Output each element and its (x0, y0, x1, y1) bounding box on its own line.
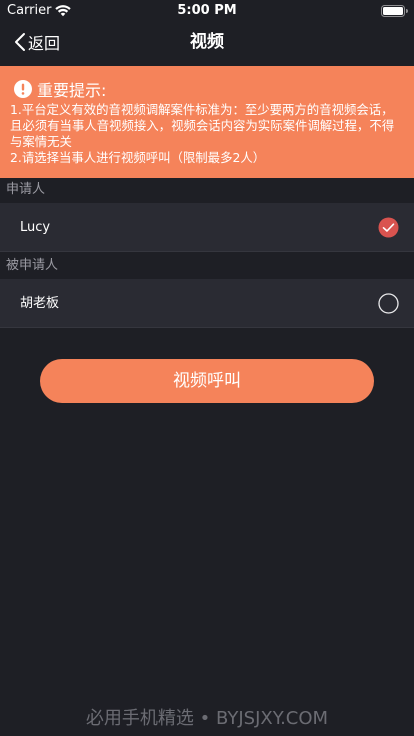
battery-icon (381, 5, 408, 17)
status-time: 5:00 PM (177, 3, 237, 18)
notice-body: 1.平台定义有效的音视频调解案件标准为：至少要两方的音视频会话，且必须有当事人音… (10, 102, 404, 166)
applicant-section-header: 申请人 (6, 182, 46, 197)
notice-line-2: 2.请选择当事人进行视频呼叫（限制最多2人） (10, 150, 266, 165)
applicant-name: Lucy (20, 220, 51, 235)
checkmark-circle-icon[interactable] (378, 217, 399, 238)
exclamation-circle-icon (14, 80, 32, 98)
notice-line-1: 1.平台定义有效的音视频调解案件标准为：至少要两方的音视频会话，且必须有当事人音… (10, 102, 395, 149)
notice-banner: 重要提示: 1.平台定义有效的音视频调解案件标准为：至少要两方的音视频会话，且必… (0, 66, 414, 178)
nav-bar: 返回 视频 (0, 20, 414, 64)
video-call-button[interactable]: 视频呼叫 (40, 359, 374, 403)
watermark: 必用手机精选 • BYJSJXY.COM (85, 708, 329, 729)
notice-header: 重要提示: (14, 79, 404, 100)
respondent-row[interactable]: 胡老板 (0, 279, 414, 328)
notice-title: 重要提示: (37, 81, 107, 100)
empty-circle-icon[interactable] (378, 293, 399, 314)
page-title: 视频 (190, 32, 224, 52)
status-bar: Carrier 5:00 PM (0, 0, 414, 20)
respondent-name: 胡老板 (20, 296, 60, 311)
respondent-section-header: 被申请人 (6, 258, 59, 273)
applicant-row[interactable]: Lucy (0, 203, 414, 252)
